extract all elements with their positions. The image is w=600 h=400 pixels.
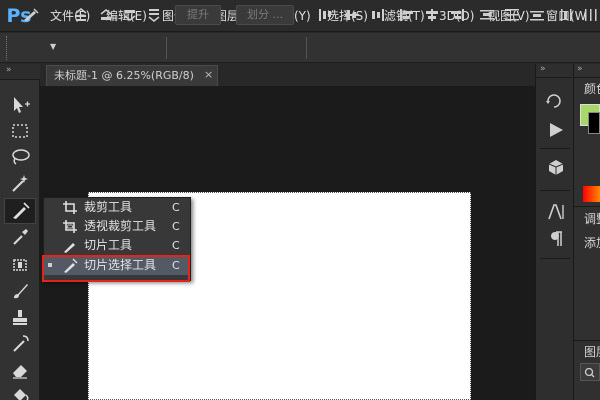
distribute-horizontal-center-icon[interactable] [582,7,600,23]
dock-collapse-icon[interactable]: » [536,64,572,78]
flyout-item-shortcut: C [172,201,180,214]
flyout-item-perspective-crop[interactable]: 透视裁剪工具 C [44,217,190,236]
brush-tool-icon[interactable] [8,279,32,303]
tab-layers[interactable]: 图层 [584,343,600,360]
panel-divider [574,206,600,207]
add-adjustment-label: 添加 [584,236,600,250]
bring-to-front-icon[interactable] [72,7,90,23]
bring-forward-icon[interactable] [97,7,115,23]
flyout-item-label: 透视裁剪工具 [84,219,157,233]
eyedropper-tool-icon[interactable] [8,225,32,249]
slice-select-tool-preset-icon[interactable] [22,7,40,23]
divide-button[interactable]: 划分 ... [236,5,294,25]
dock-divider [540,190,570,191]
send-backward-icon[interactable] [121,7,139,23]
perspective-crop-icon [62,219,78,234]
paint-bucket-tool-icon[interactable] [8,383,32,400]
collapse-icon[interactable]: » [6,65,12,75]
flyout-item-slice[interactable]: 切片工具 C [44,236,190,255]
options-separator [166,37,167,59]
move-tool-icon[interactable] [8,93,32,117]
flyout-item-label: 裁剪工具 [84,200,133,214]
align-bottom-icon[interactable] [368,7,386,23]
document-tab[interactable]: 未标题-1 @ 6.25%(RGB/8) [46,65,218,86]
align-left-icon[interactable] [398,7,416,23]
healing-brush-tool-icon[interactable] [8,253,32,277]
slice-icon [62,238,78,253]
actions-play-icon[interactable] [547,122,565,138]
3d-cube-icon[interactable] [547,158,565,176]
align-vertical-center-icon[interactable] [343,7,361,23]
history-icon[interactable] [545,92,565,110]
history-brush-tool-icon[interactable] [8,332,32,356]
options-bar-grip[interactable] [6,36,10,60]
magic-wand-tool-icon[interactable] [8,171,32,195]
slice-tool-icon[interactable] [4,198,36,224]
lasso-tool-icon[interactable] [8,145,32,169]
tool-preset-dropdown-icon[interactable]: ▼ [50,42,58,51]
align-top-icon[interactable] [317,7,335,23]
eraser-tool-icon[interactable] [8,358,32,382]
align-horizontal-center-icon[interactable] [423,7,441,23]
paragraph-icon[interactable] [548,230,566,248]
crop-icon [62,200,78,215]
options-separator [306,37,307,59]
toolbar-header[interactable]: » [0,64,40,80]
panel-divider [574,340,600,341]
send-to-back-icon[interactable] [145,7,163,23]
panel-collapse-icon[interactable]: » [574,64,600,78]
annotation-highlight-box [42,255,190,282]
flyout-item-crop[interactable]: 裁剪工具 C [44,198,190,217]
layer-filter-search-icon[interactable] [580,363,600,381]
marquee-tool-icon[interactable] [8,119,32,143]
flyout-item-shortcut: C [172,239,180,252]
extract-button[interactable]: 提升 [175,5,221,25]
flyout-item-shortcut: C [172,220,180,233]
dock-divider [540,148,570,149]
dock-divider [540,258,570,259]
distribute-top-icon[interactable] [478,7,496,23]
tab-adjustments[interactable]: 调整 [584,210,600,227]
character-icon[interactable] [547,203,567,221]
clone-stamp-tool-icon[interactable] [8,305,32,329]
distribute-left-icon[interactable] [558,7,576,23]
distribute-vertical-center-icon[interactable] [503,7,521,23]
align-right-icon[interactable] [448,7,466,23]
background-color-swatch[interactable] [588,112,600,134]
color-ramp[interactable] [583,186,600,202]
distribute-bottom-icon[interactable] [528,7,546,23]
flyout-item-label: 切片工具 [84,238,133,252]
close-icon[interactable]: × [204,68,216,82]
options-bar [0,33,600,63]
tab-color[interactable]: 颜色 [584,80,600,97]
